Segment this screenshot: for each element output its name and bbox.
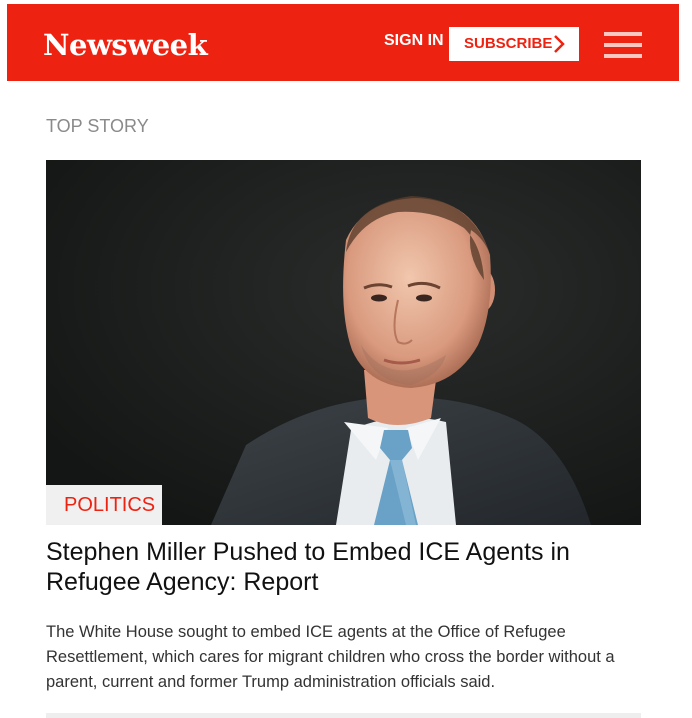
- next-story-divider: [46, 713, 641, 718]
- category-tag[interactable]: POLITICS: [46, 485, 162, 525]
- category-label: POLITICS: [64, 494, 156, 516]
- story-hero-image[interactable]: [46, 160, 641, 525]
- story-summary: The White House sought to embed ICE agen…: [46, 623, 615, 691]
- subscribe-label: SUBSCRIBE: [464, 35, 553, 52]
- hamburger-menu-icon[interactable]: [604, 32, 642, 58]
- subscribe-button[interactable]: SUBSCRIBE: [449, 27, 579, 61]
- story-headline[interactable]: Stephen Miller Pushed to Embed ICE Agent…: [46, 537, 641, 597]
- site-header: Newsweek SIGN IN SUBSCRIBE: [7, 4, 679, 81]
- section-label: TOP STORY: [46, 116, 149, 136]
- newsweek-logo[interactable]: Newsweek: [43, 31, 208, 60]
- sign-in-link[interactable]: SIGN IN: [384, 33, 444, 49]
- chevron-right-icon: [552, 34, 566, 54]
